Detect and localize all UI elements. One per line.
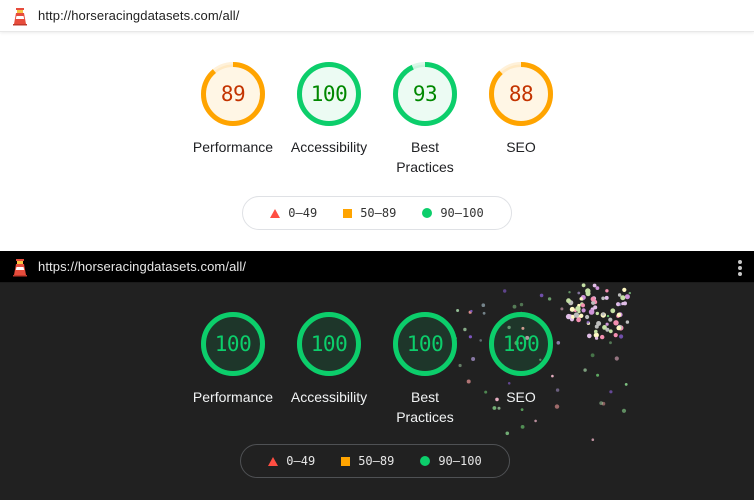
confetti-dot [622, 287, 627, 292]
confetti-dot [617, 293, 622, 297]
triangle-icon [270, 208, 281, 218]
confetti-dot [580, 295, 586, 300]
legend-average: 50–89 [341, 454, 394, 468]
square-icon [341, 456, 351, 466]
accessibility-label: Accessibility [290, 139, 368, 155]
confetti-dot [621, 302, 625, 306]
confetti-dot [547, 297, 552, 301]
confetti-dot [577, 303, 581, 308]
accessibility-gauge[interactable]: 100 Accessibility [281, 311, 377, 427]
seo-gauge[interactable]: 88 SEO [473, 61, 569, 177]
lighthouse-icon [13, 7, 27, 25]
confetti-dot [591, 300, 596, 305]
accessibility-score: 100 [310, 82, 348, 106]
confetti-dot [616, 302, 621, 307]
legend-fail-range: 0–49 [286, 454, 316, 468]
performance-gauge[interactable]: 100 Performance [185, 311, 281, 427]
legend-fail: 0–49 [268, 454, 315, 468]
confetti-dot [539, 293, 544, 298]
legend-average-range: 50–89 [358, 454, 395, 468]
accessibility-gauge[interactable]: 100 Accessibility [281, 61, 377, 177]
confetti-dot [592, 299, 598, 305]
confetti-dot [566, 298, 571, 304]
accessibility-score: 100 [310, 332, 348, 356]
confetti-dot [618, 302, 622, 306]
confetti-dot [481, 303, 486, 307]
confetti-dot [628, 291, 631, 295]
confetti-dot [591, 438, 595, 441]
score-scale-legend: 0–49 50–89 90–100 [240, 444, 510, 478]
performance-score: 100 [214, 332, 252, 356]
seo-label: SEO [506, 389, 536, 405]
more-vert-icon[interactable] [738, 260, 743, 276]
confetti-dot [581, 303, 585, 308]
confetti-dot [519, 302, 524, 307]
performance-gauge[interactable]: 89 Performance [185, 61, 281, 177]
legend-pass: 90–100 [420, 454, 482, 468]
confetti-dot [593, 305, 598, 310]
confetti-dot [503, 289, 507, 293]
confetti-dot [604, 295, 609, 300]
confetti-dot [580, 296, 584, 301]
performance-label: Performance [192, 139, 274, 155]
confetti-dot [595, 286, 600, 290]
confetti-dot [560, 307, 564, 311]
confetti-dot [624, 294, 630, 300]
confetti-dot [577, 291, 581, 295]
accessibility-label: Accessibility [290, 389, 368, 405]
lighthouse-icon [13, 258, 27, 276]
performance-score: 89 [220, 82, 246, 106]
confetti-dot [620, 295, 626, 301]
confetti-dot [568, 300, 574, 306]
dark-scores: 100 Performance 100 Accessibility 100 Be… [0, 311, 754, 427]
confetti-dot [592, 283, 597, 288]
confetti-dot [591, 296, 597, 301]
legend-pass-range: 90–100 [438, 454, 482, 468]
seo-score: 100 [502, 332, 540, 356]
confetti-dot [585, 288, 591, 294]
light-report: http://horseracingdatasets.com/all/ 89 P… [0, 0, 754, 251]
best-practices-gauge[interactable]: 100 Best Practices [377, 311, 473, 427]
legend-pass-range: 90–100 [440, 206, 484, 220]
confetti-dot [580, 302, 584, 306]
legend-average: 50–89 [343, 206, 396, 220]
confetti-dot [590, 296, 596, 302]
legend-fail: 0–49 [270, 206, 317, 220]
best-practices-score: 100 [406, 332, 444, 356]
confetti-dot [585, 291, 591, 297]
seo-label: SEO [506, 139, 536, 155]
best-practices-gauge[interactable]: 93 Best Practices [377, 61, 473, 177]
legend-fail-range: 0–49 [288, 206, 318, 220]
confetti-dot [605, 289, 609, 293]
seo-gauge[interactable]: 100 SEO [473, 311, 569, 427]
best-practices-score: 93 [412, 82, 438, 106]
report-url: http://horseracingdatasets.com/all/ [38, 8, 240, 23]
confetti-dot [601, 296, 605, 301]
seo-score: 88 [508, 82, 534, 106]
report-url: https://horseracingdatasets.com/all/ [38, 259, 247, 274]
performance-label: Performance [192, 389, 274, 405]
confetti-dot [579, 297, 583, 301]
dark-report-topbar: https://horseracingdatasets.com/all/ [0, 251, 754, 283]
light-scores: 89 Performance 100 Accessibility 93 Best… [0, 61, 754, 177]
circle-icon [420, 456, 431, 466]
circle-icon [422, 208, 433, 218]
legend-average-range: 50–89 [360, 206, 397, 220]
best-practices-label: Best Practices [396, 389, 454, 425]
confetti-dot [505, 431, 510, 436]
square-icon [343, 208, 353, 218]
best-practices-label: Best Practices [396, 139, 454, 175]
legend-pass: 90–100 [422, 206, 484, 220]
light-report-topbar: http://horseracingdatasets.com/all/ [0, 0, 754, 32]
score-scale-legend: 0–49 50–89 90–100 [242, 196, 512, 230]
triangle-icon [268, 456, 279, 466]
confetti-dot [581, 283, 586, 288]
dark-report: https://horseracingdatasets.com/all/ 100… [0, 251, 754, 500]
confetti-dot [623, 301, 627, 306]
confetti-dot [512, 304, 517, 309]
confetti-dot [568, 291, 571, 294]
